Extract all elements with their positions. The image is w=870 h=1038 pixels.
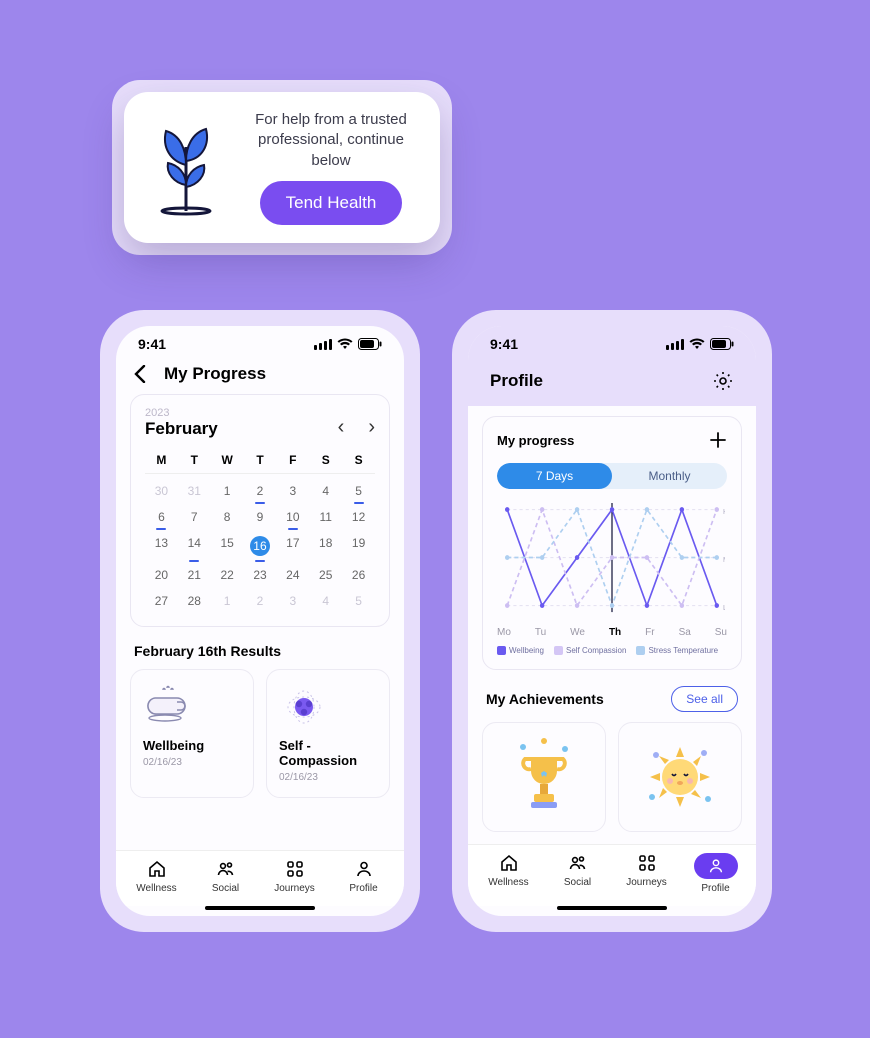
tab-monthly[interactable]: Monthly <box>612 463 727 489</box>
achievements-title: My Achievements <box>486 691 604 707</box>
tab-bar: Wellness Social Journeys Profile <box>116 850 404 906</box>
calendar-day[interactable]: 2 <box>244 478 277 504</box>
prev-month-icon[interactable]: ‹ <box>338 416 345 439</box>
calendar-day[interactable]: 5 <box>342 588 375 614</box>
calendar-day[interactable]: 1 <box>211 588 244 614</box>
battery-icon <box>710 338 734 350</box>
svg-text:M: M <box>723 555 725 564</box>
plant-icon <box>144 117 228 217</box>
calendar-day[interactable]: 28 <box>178 588 211 614</box>
calendar-day[interactable]: 13 <box>145 530 178 562</box>
calendar-day[interactable]: 25 <box>309 562 342 588</box>
profile-header: Profile <box>468 356 756 406</box>
wifi-icon <box>689 338 705 350</box>
progress-title: My progress <box>497 433 574 448</box>
calendar-day[interactable]: 11 <box>309 504 342 530</box>
progress-card: My progress 7 Days Monthly HML MoTuWeThF… <box>482 416 742 670</box>
banner-text: For help from a trusted professional, co… <box>242 110 420 171</box>
calendar-day[interactable]: 1 <box>211 478 244 504</box>
tab-bar: Wellness Social Journeys Profile <box>468 844 756 906</box>
phone-progress: 9:41 My Progress 2023 February ‹ <box>100 310 420 932</box>
gear-icon[interactable] <box>712 370 734 392</box>
calendar-year: 2023 <box>145 407 218 419</box>
signal-icon <box>314 339 332 350</box>
home-indicator <box>205 906 315 910</box>
calendar-day[interactable]: 17 <box>276 530 309 562</box>
calendar-day[interactable]: 21 <box>178 562 211 588</box>
calendar-day[interactable]: 31 <box>178 478 211 504</box>
range-segmented[interactable]: 7 Days Monthly <box>497 463 727 489</box>
calendar-day[interactable]: 3 <box>276 588 309 614</box>
calendar-month: February <box>145 419 218 439</box>
calendar-day[interactable]: 23 <box>244 562 277 588</box>
wifi-icon <box>337 338 353 350</box>
calendar-day[interactable]: 22 <box>211 562 244 588</box>
calendar-day[interactable]: 8 <box>211 504 244 530</box>
tab-journeys[interactable]: Journeys <box>260 859 329 894</box>
page-header: My Progress <box>116 356 404 394</box>
calendar-day[interactable]: 26 <box>342 562 375 588</box>
status-bar: 9:41 <box>468 326 756 356</box>
tab-social[interactable]: Social <box>543 853 612 894</box>
people-icon <box>568 853 588 873</box>
svg-text:L: L <box>723 603 725 612</box>
calendar-day[interactable]: 6 <box>145 504 178 530</box>
grid-icon <box>637 853 657 873</box>
calendar: 2023 February ‹ › MTWTFSS303112345678910… <box>130 394 390 627</box>
help-banner: For help from a trusted professional, co… <box>112 80 452 255</box>
status-time: 9:41 <box>138 336 166 352</box>
home-icon <box>499 853 519 873</box>
people-icon <box>216 859 236 879</box>
calendar-day[interactable]: 12 <box>342 504 375 530</box>
tab-7days[interactable]: 7 Days <box>497 463 612 489</box>
tab-wellness[interactable]: Wellness <box>122 859 191 894</box>
calendar-day[interactable]: 15 <box>211 530 244 562</box>
person-icon <box>354 859 374 879</box>
results-title: February 16th Results <box>134 643 386 659</box>
calendar-day[interactable]: 9 <box>244 504 277 530</box>
tab-journeys[interactable]: Journeys <box>612 853 681 894</box>
calendar-day[interactable]: 10 <box>276 504 309 530</box>
calendar-day[interactable]: 14 <box>178 530 211 562</box>
status-time: 9:41 <box>490 336 518 352</box>
page-title: Profile <box>490 371 543 391</box>
calendar-day[interactable]: 24 <box>276 562 309 588</box>
calendar-day[interactable]: 20 <box>145 562 178 588</box>
svg-text:H: H <box>723 507 725 516</box>
back-icon[interactable] <box>134 365 146 383</box>
tab-profile[interactable]: Profile <box>329 859 398 894</box>
calendar-day[interactable]: 7 <box>178 504 211 530</box>
calendar-day[interactable]: 5 <box>342 478 375 504</box>
calendar-day[interactable]: 4 <box>309 588 342 614</box>
tab-wellness[interactable]: Wellness <box>474 853 543 894</box>
calendar-day[interactable]: 2 <box>244 588 277 614</box>
see-all-button[interactable]: See all <box>671 686 738 712</box>
progress-chart: H M L <box>499 503 725 623</box>
home-indicator <box>557 906 667 910</box>
tab-profile[interactable]: Profile <box>681 853 750 894</box>
plus-icon[interactable] <box>709 431 727 449</box>
tend-health-button[interactable]: Tend Health <box>260 181 403 225</box>
tab-social[interactable]: Social <box>191 859 260 894</box>
person-icon <box>694 853 738 879</box>
home-icon <box>147 859 167 879</box>
calendar-day[interactable]: 30 <box>145 478 178 504</box>
calendar-day[interactable]: 27 <box>145 588 178 614</box>
page-title: My Progress <box>164 364 266 384</box>
calendar-day[interactable]: 19 <box>342 530 375 562</box>
achievement-sun[interactable] <box>618 722 742 832</box>
calendar-day[interactable]: 18 <box>309 530 342 562</box>
phone-profile: 9:41 Profile My progress 7 Days Monthly <box>452 310 772 932</box>
calendar-day[interactable]: 3 <box>276 478 309 504</box>
calendar-day[interactable]: 16 <box>244 530 277 562</box>
result-card[interactable]: Wellbeing02/16/23 <box>130 669 254 798</box>
result-card[interactable]: Self - Compassion02/16/23 <box>266 669 390 798</box>
grid-icon <box>285 859 305 879</box>
achievement-trophy[interactable] <box>482 722 606 832</box>
next-month-icon[interactable]: › <box>368 416 375 439</box>
status-bar: 9:41 <box>116 326 404 356</box>
signal-icon <box>666 339 684 350</box>
battery-icon <box>358 338 382 350</box>
calendar-day[interactable]: 4 <box>309 478 342 504</box>
